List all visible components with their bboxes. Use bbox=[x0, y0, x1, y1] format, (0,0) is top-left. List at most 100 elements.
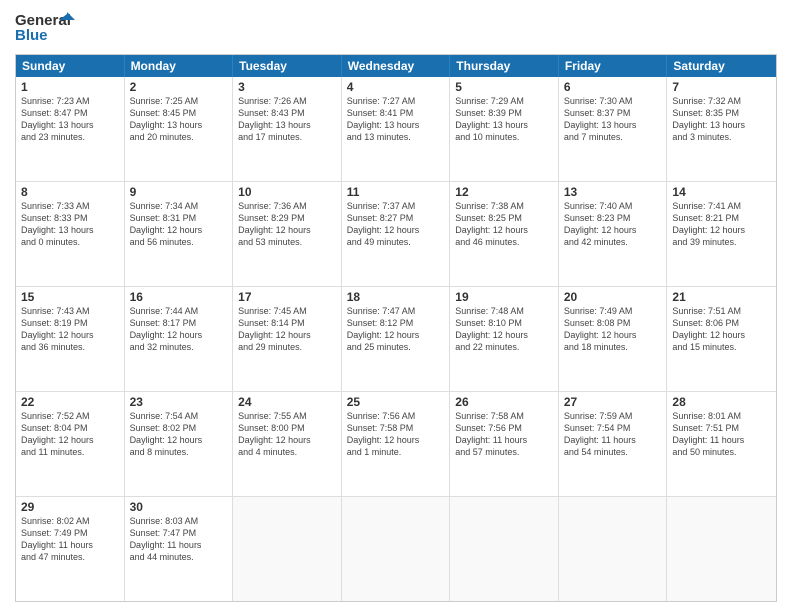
cal-row-4: 22Sunrise: 7:52 AM Sunset: 8:04 PM Dayli… bbox=[16, 391, 776, 496]
day-number: 2 bbox=[130, 80, 228, 94]
header-day-friday: Friday bbox=[559, 55, 668, 77]
day-info: Sunrise: 7:55 AM Sunset: 8:00 PM Dayligh… bbox=[238, 410, 336, 459]
day-info: Sunrise: 7:56 AM Sunset: 7:58 PM Dayligh… bbox=[347, 410, 445, 459]
cal-cell-day-21: 21Sunrise: 7:51 AM Sunset: 8:06 PM Dayli… bbox=[667, 287, 776, 391]
day-number: 18 bbox=[347, 290, 445, 304]
cal-cell-day-29: 29Sunrise: 8:02 AM Sunset: 7:49 PM Dayli… bbox=[16, 497, 125, 601]
cal-cell-empty bbox=[450, 497, 559, 601]
day-info: Sunrise: 7:23 AM Sunset: 8:47 PM Dayligh… bbox=[21, 95, 119, 144]
header-day-saturday: Saturday bbox=[667, 55, 776, 77]
day-number: 8 bbox=[21, 185, 119, 199]
day-number: 13 bbox=[564, 185, 662, 199]
day-info: Sunrise: 7:36 AM Sunset: 8:29 PM Dayligh… bbox=[238, 200, 336, 249]
header-day-monday: Monday bbox=[125, 55, 234, 77]
day-number: 23 bbox=[130, 395, 228, 409]
day-number: 24 bbox=[238, 395, 336, 409]
day-number: 7 bbox=[672, 80, 771, 94]
cal-cell-day-24: 24Sunrise: 7:55 AM Sunset: 8:00 PM Dayli… bbox=[233, 392, 342, 496]
calendar-body: 1Sunrise: 7:23 AM Sunset: 8:47 PM Daylig… bbox=[16, 77, 776, 601]
header-day-thursday: Thursday bbox=[450, 55, 559, 77]
cal-cell-day-25: 25Sunrise: 7:56 AM Sunset: 7:58 PM Dayli… bbox=[342, 392, 451, 496]
cal-row-2: 8Sunrise: 7:33 AM Sunset: 8:33 PM Daylig… bbox=[16, 181, 776, 286]
cal-cell-day-15: 15Sunrise: 7:43 AM Sunset: 8:19 PM Dayli… bbox=[16, 287, 125, 391]
day-number: 14 bbox=[672, 185, 771, 199]
cal-cell-day-9: 9Sunrise: 7:34 AM Sunset: 8:31 PM Daylig… bbox=[125, 182, 234, 286]
day-info: Sunrise: 7:43 AM Sunset: 8:19 PM Dayligh… bbox=[21, 305, 119, 354]
day-info: Sunrise: 7:25 AM Sunset: 8:45 PM Dayligh… bbox=[130, 95, 228, 144]
cal-cell-day-23: 23Sunrise: 7:54 AM Sunset: 8:02 PM Dayli… bbox=[125, 392, 234, 496]
cal-cell-day-2: 2Sunrise: 7:25 AM Sunset: 8:45 PM Daylig… bbox=[125, 77, 234, 181]
day-info: Sunrise: 7:26 AM Sunset: 8:43 PM Dayligh… bbox=[238, 95, 336, 144]
day-info: Sunrise: 7:29 AM Sunset: 8:39 PM Dayligh… bbox=[455, 95, 553, 144]
header-day-wednesday: Wednesday bbox=[342, 55, 451, 77]
cal-cell-day-27: 27Sunrise: 7:59 AM Sunset: 7:54 PM Dayli… bbox=[559, 392, 668, 496]
day-number: 12 bbox=[455, 185, 553, 199]
day-info: Sunrise: 8:01 AM Sunset: 7:51 PM Dayligh… bbox=[672, 410, 771, 459]
day-info: Sunrise: 7:45 AM Sunset: 8:14 PM Dayligh… bbox=[238, 305, 336, 354]
day-number: 19 bbox=[455, 290, 553, 304]
day-info: Sunrise: 7:51 AM Sunset: 8:06 PM Dayligh… bbox=[672, 305, 771, 354]
page: General Blue SundayMondayTuesdayWednesda… bbox=[0, 0, 792, 612]
cal-cell-day-30: 30Sunrise: 8:03 AM Sunset: 7:47 PM Dayli… bbox=[125, 497, 234, 601]
day-info: Sunrise: 7:47 AM Sunset: 8:12 PM Dayligh… bbox=[347, 305, 445, 354]
cal-cell-day-22: 22Sunrise: 7:52 AM Sunset: 8:04 PM Dayli… bbox=[16, 392, 125, 496]
cal-cell-empty bbox=[233, 497, 342, 601]
day-info: Sunrise: 7:49 AM Sunset: 8:08 PM Dayligh… bbox=[564, 305, 662, 354]
header-day-sunday: Sunday bbox=[16, 55, 125, 77]
day-info: Sunrise: 7:52 AM Sunset: 8:04 PM Dayligh… bbox=[21, 410, 119, 459]
day-number: 9 bbox=[130, 185, 228, 199]
svg-text:Blue: Blue bbox=[15, 27, 48, 44]
cal-cell-day-18: 18Sunrise: 7:47 AM Sunset: 8:12 PM Dayli… bbox=[342, 287, 451, 391]
cal-cell-day-20: 20Sunrise: 7:49 AM Sunset: 8:08 PM Dayli… bbox=[559, 287, 668, 391]
day-number: 3 bbox=[238, 80, 336, 94]
day-info: Sunrise: 7:59 AM Sunset: 7:54 PM Dayligh… bbox=[564, 410, 662, 459]
cal-cell-day-4: 4Sunrise: 7:27 AM Sunset: 8:41 PM Daylig… bbox=[342, 77, 451, 181]
day-number: 1 bbox=[21, 80, 119, 94]
cal-cell-day-14: 14Sunrise: 7:41 AM Sunset: 8:21 PM Dayli… bbox=[667, 182, 776, 286]
header-day-tuesday: Tuesday bbox=[233, 55, 342, 77]
day-info: Sunrise: 7:48 AM Sunset: 8:10 PM Dayligh… bbox=[455, 305, 553, 354]
cal-cell-empty bbox=[559, 497, 668, 601]
cal-cell-day-1: 1Sunrise: 7:23 AM Sunset: 8:47 PM Daylig… bbox=[16, 77, 125, 181]
day-info: Sunrise: 7:37 AM Sunset: 8:27 PM Dayligh… bbox=[347, 200, 445, 249]
day-number: 5 bbox=[455, 80, 553, 94]
cal-cell-day-7: 7Sunrise: 7:32 AM Sunset: 8:35 PM Daylig… bbox=[667, 77, 776, 181]
day-info: Sunrise: 8:03 AM Sunset: 7:47 PM Dayligh… bbox=[130, 515, 228, 564]
cal-cell-empty bbox=[667, 497, 776, 601]
day-number: 10 bbox=[238, 185, 336, 199]
day-number: 16 bbox=[130, 290, 228, 304]
day-number: 20 bbox=[564, 290, 662, 304]
day-number: 11 bbox=[347, 185, 445, 199]
day-number: 29 bbox=[21, 500, 119, 514]
day-info: Sunrise: 7:58 AM Sunset: 7:56 PM Dayligh… bbox=[455, 410, 553, 459]
day-number: 15 bbox=[21, 290, 119, 304]
logo-svg: General Blue bbox=[15, 10, 75, 46]
day-info: Sunrise: 7:40 AM Sunset: 8:23 PM Dayligh… bbox=[564, 200, 662, 249]
cal-row-1: 1Sunrise: 7:23 AM Sunset: 8:47 PM Daylig… bbox=[16, 77, 776, 181]
day-info: Sunrise: 7:44 AM Sunset: 8:17 PM Dayligh… bbox=[130, 305, 228, 354]
day-info: Sunrise: 8:02 AM Sunset: 7:49 PM Dayligh… bbox=[21, 515, 119, 564]
cal-cell-day-10: 10Sunrise: 7:36 AM Sunset: 8:29 PM Dayli… bbox=[233, 182, 342, 286]
day-info: Sunrise: 7:27 AM Sunset: 8:41 PM Dayligh… bbox=[347, 95, 445, 144]
cal-row-5: 29Sunrise: 8:02 AM Sunset: 7:49 PM Dayli… bbox=[16, 496, 776, 601]
calendar: SundayMondayTuesdayWednesdayThursdayFrid… bbox=[15, 54, 777, 602]
day-number: 26 bbox=[455, 395, 553, 409]
day-number: 4 bbox=[347, 80, 445, 94]
day-number: 21 bbox=[672, 290, 771, 304]
day-number: 28 bbox=[672, 395, 771, 409]
day-info: Sunrise: 7:30 AM Sunset: 8:37 PM Dayligh… bbox=[564, 95, 662, 144]
cal-cell-day-17: 17Sunrise: 7:45 AM Sunset: 8:14 PM Dayli… bbox=[233, 287, 342, 391]
cal-cell-day-28: 28Sunrise: 8:01 AM Sunset: 7:51 PM Dayli… bbox=[667, 392, 776, 496]
cal-cell-day-8: 8Sunrise: 7:33 AM Sunset: 8:33 PM Daylig… bbox=[16, 182, 125, 286]
cal-cell-day-3: 3Sunrise: 7:26 AM Sunset: 8:43 PM Daylig… bbox=[233, 77, 342, 181]
cal-cell-day-13: 13Sunrise: 7:40 AM Sunset: 8:23 PM Dayli… bbox=[559, 182, 668, 286]
cal-cell-day-6: 6Sunrise: 7:30 AM Sunset: 8:37 PM Daylig… bbox=[559, 77, 668, 181]
day-info: Sunrise: 7:38 AM Sunset: 8:25 PM Dayligh… bbox=[455, 200, 553, 249]
cal-cell-day-16: 16Sunrise: 7:44 AM Sunset: 8:17 PM Dayli… bbox=[125, 287, 234, 391]
cal-cell-day-12: 12Sunrise: 7:38 AM Sunset: 8:25 PM Dayli… bbox=[450, 182, 559, 286]
day-number: 22 bbox=[21, 395, 119, 409]
day-number: 17 bbox=[238, 290, 336, 304]
cal-cell-day-26: 26Sunrise: 7:58 AM Sunset: 7:56 PM Dayli… bbox=[450, 392, 559, 496]
cal-cell-day-5: 5Sunrise: 7:29 AM Sunset: 8:39 PM Daylig… bbox=[450, 77, 559, 181]
day-info: Sunrise: 7:32 AM Sunset: 8:35 PM Dayligh… bbox=[672, 95, 771, 144]
